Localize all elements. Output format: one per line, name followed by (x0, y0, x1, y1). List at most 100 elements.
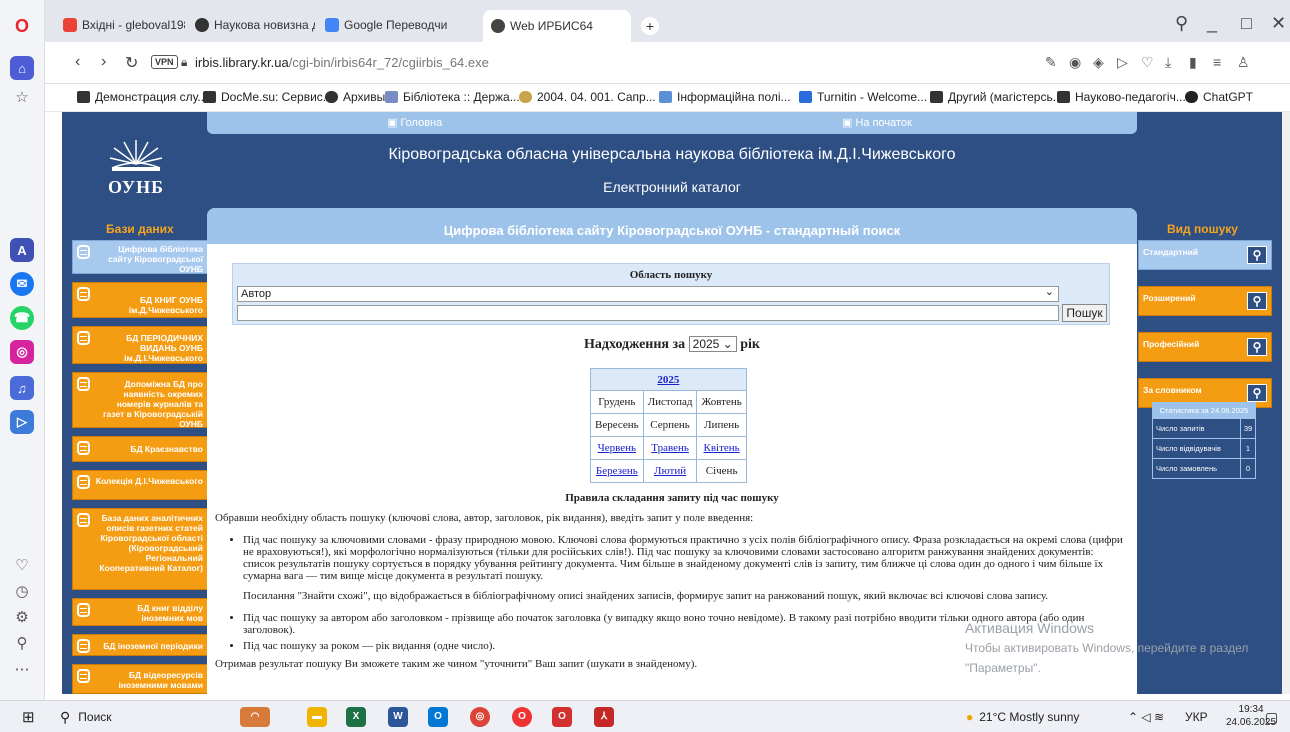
wallet-icon[interactable]: ▮ (1189, 54, 1197, 71)
globe-icon (491, 19, 505, 33)
home-icon[interactable]: ⌂ (10, 56, 34, 80)
month-label: Липень (704, 419, 740, 431)
url-field[interactable]: irbis.library.kr.ua/cgi-bin/irbis64r_72/… (195, 55, 489, 70)
close-button[interactable]: ✕ (1271, 13, 1286, 34)
opera-active-icon[interactable]: O (552, 707, 572, 727)
db-journals-aux[interactable]: Допоміжна БД про наявність окремих номер… (72, 372, 208, 429)
search-type-standard[interactable]: Стандартний ⚲ (1138, 240, 1272, 270)
db-newspaper-articles[interactable]: База даних аналітичних описів газетних с… (72, 508, 208, 590)
bookmark-item[interactable]: Другий (магістерсь... (930, 90, 1063, 104)
messenger-icon[interactable]: ✉ (10, 272, 34, 296)
home-link[interactable]: ▣ Головна (387, 116, 442, 129)
excel-icon[interactable]: X (346, 707, 366, 727)
bookmark-item[interactable]: ChatGPT (1185, 90, 1253, 104)
page-scrollbar[interactable] (1282, 112, 1290, 694)
file-explorer-icon[interactable]: ▬ (307, 707, 327, 727)
taskbar-search[interactable]: ⚲ Поиск (60, 708, 112, 726)
pdf-reader-icon[interactable]: ⅄ (594, 707, 614, 727)
tray-icons[interactable]: ⌃ ◁ ≋ (1128, 708, 1164, 726)
maximize-button[interactable]: □ (1241, 13, 1252, 34)
db-chyzhevsky-collection[interactable]: Колекція Д.І.Чижевського (72, 470, 208, 500)
play-icon[interactable]: ▷ (1117, 54, 1128, 71)
month-link[interactable]: Лютий (654, 465, 686, 477)
bookmark-star-icon[interactable]: ☆ (12, 88, 32, 108)
forward-button[interactable]: › (101, 53, 106, 71)
db-video-resources[interactable]: БД відеоресурсів іноземними мовами (72, 664, 208, 694)
notifications-icon[interactable]: ▢ (1265, 708, 1278, 726)
tab-search-icon[interactable]: ⚲ (1175, 13, 1188, 34)
db-books[interactable]: БД КНИГ ОУНБ ім.Д.Чижевського (72, 282, 208, 318)
calendar-month-cell[interactable]: Квітень (696, 436, 747, 460)
camera-icon[interactable]: ◉ (1069, 54, 1081, 71)
calendar-month-cell[interactable]: Травень (642, 436, 698, 460)
bookmark-item[interactable]: 2004. 04. 001. Сапр... (519, 90, 656, 104)
gmail-icon (63, 18, 77, 32)
whatsapp-icon[interactable]: ☎ (10, 306, 34, 330)
search-type-extended[interactable]: Розширений ⚲ (1138, 286, 1272, 316)
tab-translate[interactable]: Google Переводчик (317, 12, 447, 38)
search-field-select[interactable]: Автор (237, 285, 1059, 302)
minimize-button[interactable]: _ (1207, 13, 1217, 34)
heart-icon[interactable]: ♡ (1141, 54, 1154, 71)
word-icon[interactable]: W (388, 707, 408, 727)
back-button[interactable]: ‹ (75, 53, 80, 71)
language-indicator[interactable]: УКР (1185, 708, 1208, 726)
edit-icon[interactable]: ✎ (1045, 54, 1057, 71)
instagram-icon[interactable]: ◎ (10, 340, 34, 364)
bookmark-item[interactable]: Архивы (325, 90, 385, 104)
year-select[interactable]: 2025 ⌄ (688, 336, 737, 352)
player-icon[interactable]: ▷ (10, 410, 34, 434)
shield-icon[interactable]: ◈ (1093, 54, 1104, 71)
calendar-month-cell[interactable]: Червень (590, 436, 644, 460)
book-emblem-icon (109, 140, 163, 171)
bookmark-item[interactable]: Демонстрация слу... (77, 90, 207, 104)
aria-icon[interactable]: A (10, 238, 34, 262)
bookmark-item[interactable]: Інформаційна полі... (659, 90, 791, 104)
music-icon[interactable]: ♫ (10, 376, 34, 400)
calendar-month-cell[interactable]: Березень (590, 459, 644, 483)
vpn-badge[interactable]: VPN (151, 55, 178, 69)
opera-logo-icon[interactable]: O (10, 14, 34, 38)
tab-irbis[interactable]: Web ИРБИС64 (483, 10, 631, 42)
search-input[interactable] (237, 305, 1059, 321)
settings-gear-icon[interactable]: ⚙ (12, 608, 32, 628)
month-link[interactable]: Квітень (704, 442, 740, 454)
bookmark-item[interactable]: Turnitin - Welcome... (799, 90, 927, 104)
search-button[interactable]: Пошук (1062, 304, 1107, 322)
pin-icon[interactable]: ⚲ (12, 634, 32, 654)
more-icon[interactable]: ⋯ (12, 660, 32, 680)
windows-start-icon[interactable]: ⊞ (22, 708, 35, 726)
new-tab-button[interactable]: + (641, 17, 659, 35)
widget-image-icon[interactable]: ◠ (240, 707, 270, 727)
db-foreign-periodicals[interactable]: БД іноземної періодики (72, 634, 208, 656)
month-link[interactable]: Червень (598, 442, 636, 454)
search-type-professional[interactable]: Професійний ⚲ (1138, 332, 1272, 362)
lock-icon[interactable]: 🔒︎ (181, 55, 187, 70)
chrome-icon[interactable]: ◎ (470, 707, 490, 727)
history-icon[interactable]: ◷ (12, 582, 32, 602)
folder-icon (203, 91, 216, 103)
reload-button[interactable]: ↻ (125, 53, 138, 73)
db-local-history[interactable]: БД Краєзнавство (72, 436, 208, 462)
profile-icon[interactable]: ♙ (1237, 54, 1250, 71)
month-link[interactable]: Травень (651, 442, 689, 454)
db-digital-library[interactable]: Цифрова бібліотека сайту Кіровоградської… (72, 240, 208, 274)
download-icon[interactable]: ⤓ (1165, 54, 1171, 71)
calendar-month-cell[interactable]: Лютий (642, 459, 698, 483)
bookmark-item[interactable]: Науково-педагогіч... (1057, 90, 1186, 104)
month-link[interactable]: Березень (596, 465, 638, 477)
outlook-icon[interactable]: O (428, 707, 448, 727)
bookmark-item[interactable]: DocMe.su: Сервис... (203, 90, 333, 104)
db-foreign-books[interactable]: БД книг відділу іноземних мов (72, 598, 208, 626)
calendar-year[interactable]: 2025 (590, 368, 747, 391)
opera-icon[interactable]: O (512, 707, 532, 727)
menu-icon[interactable]: ≡ (1213, 54, 1221, 70)
library-logo[interactable]: ОУНБ (104, 134, 168, 197)
bookmark-item[interactable]: Бібліотека :: Держа... (385, 90, 520, 104)
tab-docs[interactable]: Наукова новизна докуме (187, 12, 315, 38)
db-periodicals[interactable]: БД ПЕРІОДИЧНИХ ВИДАНЬ ОУНБ ім.Д.І.Чижевс… (72, 326, 208, 364)
tab-gmail[interactable]: Вхідні - gleboval1980@g (55, 12, 185, 38)
heart-icon[interactable]: ♡ (12, 556, 32, 576)
to-top-link[interactable]: ▣ На початок (842, 116, 912, 129)
weather-widget[interactable]: ● 21°C Mostly sunny (966, 708, 1079, 726)
